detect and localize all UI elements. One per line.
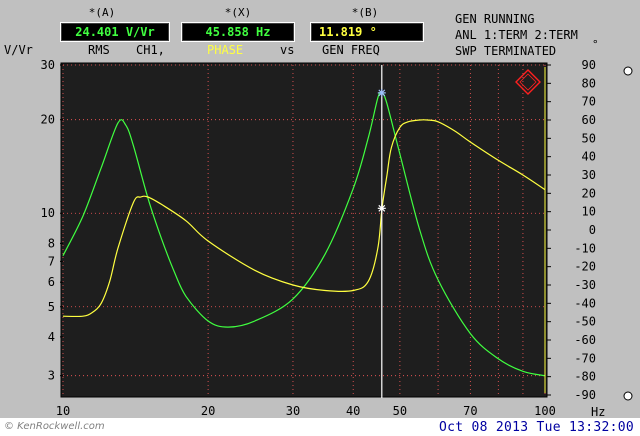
right-tick-label: -40: [574, 296, 596, 310]
left-tick-label: 5: [48, 300, 55, 314]
scroll-down-icon[interactable]: [623, 391, 633, 401]
right-tick-label: 0: [589, 223, 596, 237]
right-tick-label: -80: [574, 370, 596, 384]
x-tick-label: 40: [346, 404, 360, 418]
left-tick-label: 4: [48, 330, 55, 344]
right-tick-label: 30: [582, 168, 596, 182]
right-tick-label: -70: [574, 351, 596, 365]
watermark: © KenRockwell.com: [4, 421, 105, 432]
right-tick-label: 90: [582, 58, 596, 72]
right-tick-label: -90: [574, 388, 596, 402]
x-tick-label: 70: [463, 404, 477, 418]
plot-area: [60, 62, 548, 398]
right-tick-label: 60: [582, 113, 596, 127]
right-tick-label: -50: [574, 315, 596, 329]
right-tick-label: 80: [582, 76, 596, 90]
right-tick-label: 70: [582, 95, 596, 109]
left-tick-label: 3: [48, 369, 55, 383]
datetime-display: Oct 08 2013 Tue 13:32:00: [438, 420, 634, 435]
left-tick-label: 7: [48, 254, 55, 268]
right-tick-label: 50: [582, 131, 596, 145]
x-tick-label: 100: [534, 404, 556, 418]
marker-b-star-icon: [377, 204, 386, 213]
right-tick-label: 20: [582, 186, 596, 200]
right-tick-label: -10: [574, 241, 596, 255]
left-tick-label: 10: [41, 206, 55, 220]
left-tick-label: 8: [48, 236, 55, 250]
right-tick-label: -60: [574, 333, 596, 347]
x-tick-label: 50: [393, 404, 407, 418]
right-tick-label: 40: [582, 150, 596, 164]
left-tick-label: 30: [41, 58, 55, 72]
sweep-plot: 10 20 30 40 50 70 100345678102030 9080706050403…: [41, 58, 633, 418]
marker-a-star-icon: [377, 88, 386, 97]
x-axis-unit: Hz: [591, 405, 606, 419]
left-tick-label: 20: [41, 113, 55, 127]
x-tick-label: 10: [56, 404, 70, 418]
scroll-up-icon[interactable]: [623, 66, 633, 76]
right-tick-label: 10: [582, 205, 596, 219]
x-tick-label: 30: [286, 404, 300, 418]
right-tick-label: -30: [574, 278, 596, 292]
right-tick-label: -20: [574, 260, 596, 274]
x-tick-label: 20: [201, 404, 215, 418]
left-tick-label: 6: [48, 275, 55, 289]
